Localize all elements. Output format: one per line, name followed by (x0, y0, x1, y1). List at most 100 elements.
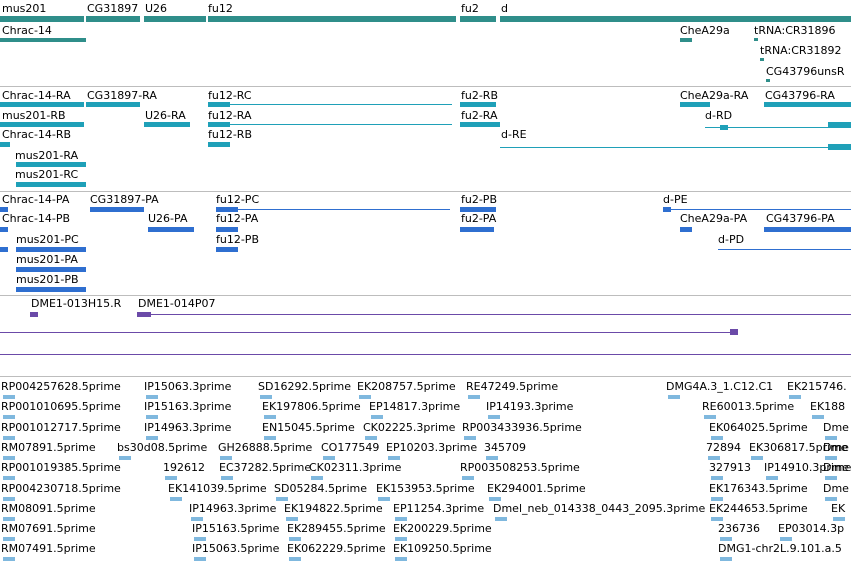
intron-line[interactable] (663, 209, 851, 210)
transcript-feature[interactable] (16, 267, 86, 272)
transcript-feature[interactable] (216, 227, 238, 232)
gene-feature[interactable] (760, 58, 764, 61)
est-label[interactable]: SD16292.5prime (258, 380, 351, 393)
est-label[interactable]: Dmel_neb_014338_0443_2095.3prime (493, 502, 705, 515)
gene-feature[interactable] (460, 16, 496, 22)
est-feature[interactable] (194, 537, 206, 542)
transcript-feature[interactable] (90, 207, 144, 212)
est-feature[interactable] (289, 537, 301, 542)
transcript-feature[interactable] (16, 182, 86, 187)
transcript-feature[interactable] (148, 227, 194, 232)
transcript-feature[interactable] (680, 102, 710, 107)
clone-line[interactable] (151, 314, 851, 315)
est-feature[interactable] (3, 435, 15, 440)
est-feature[interactable] (264, 415, 276, 420)
transcript-label[interactable]: mus201-RB (2, 109, 66, 122)
transcript-feature[interactable] (16, 247, 86, 252)
est-label[interactable]: EP03014.3p (778, 522, 844, 535)
transcript-label[interactable]: CheA29a-RA (680, 89, 748, 102)
est-feature[interactable] (668, 395, 680, 399)
est-label[interactable]: 192612 (163, 461, 205, 474)
transcript-label[interactable]: U26-PA (148, 212, 187, 225)
est-feature[interactable] (825, 496, 837, 501)
intron-line[interactable] (500, 147, 851, 148)
est-label[interactable]: RP003433936.5prime (462, 421, 582, 434)
est-label[interactable]: EK153953.5prime (376, 482, 475, 495)
transcript-label[interactable]: mus201-RA (15, 149, 78, 162)
est-feature[interactable] (170, 496, 182, 501)
est-label[interactable]: EK141039.5prime (168, 482, 267, 495)
est-label[interactable]: RP001010695.5prime (1, 400, 121, 413)
est-label[interactable]: 72894 (706, 441, 741, 454)
est-feature[interactable] (359, 395, 371, 399)
intron-line[interactable] (230, 104, 452, 105)
est-feature[interactable] (711, 496, 723, 501)
est-feature[interactable] (489, 496, 501, 501)
gene-feature[interactable] (144, 16, 206, 22)
est-feature[interactable] (371, 415, 383, 420)
transcript-feature[interactable] (216, 207, 238, 212)
est-label[interactable]: Dme (823, 461, 849, 474)
est-feature[interactable] (833, 516, 845, 521)
est-feature[interactable] (119, 455, 131, 460)
transcript-feature[interactable] (144, 122, 190, 127)
transcript-label[interactable]: fu2-PB (461, 193, 497, 206)
gene-feature[interactable] (500, 16, 851, 22)
est-feature[interactable] (264, 435, 276, 440)
est-feature[interactable] (395, 537, 407, 542)
est-feature[interactable] (146, 415, 158, 420)
clone-label[interactable]: DME1-014P07 (138, 297, 216, 310)
est-feature[interactable] (720, 557, 732, 562)
transcript-feature[interactable] (460, 207, 496, 212)
est-feature[interactable] (789, 395, 801, 399)
transcript-label[interactable]: fu12-RB (208, 128, 252, 141)
est-label[interactable]: CO177549 (321, 441, 379, 454)
est-feature[interactable] (365, 435, 377, 440)
est-label[interactable]: IP14193.3prime (486, 400, 573, 413)
est-label[interactable]: EK062229.5prime (287, 542, 386, 555)
transcript-label[interactable]: U26-RA (145, 109, 186, 122)
transcript-feature[interactable] (208, 122, 230, 127)
gene-label[interactable]: fu2 (461, 2, 479, 15)
est-label[interactable]: EK176343.5prime (709, 482, 808, 495)
est-label[interactable]: EK (831, 502, 845, 515)
transcript-label[interactable]: d-PE (663, 193, 688, 206)
gene-label[interactable]: CG43796unsR (766, 65, 845, 78)
clone-line[interactable] (0, 332, 734, 333)
transcript-feature[interactable] (0, 227, 8, 232)
est-feature[interactable] (766, 476, 778, 481)
est-label[interactable]: EP11254.3prime (393, 502, 484, 515)
est-label[interactable]: 236736 (718, 522, 760, 535)
est-feature[interactable] (395, 557, 407, 562)
est-label[interactable]: IP15163.3prime (144, 400, 231, 413)
gene-label[interactable]: CheA29a (680, 24, 730, 37)
est-label[interactable]: SD05284.5prime (274, 482, 367, 495)
est-feature[interactable] (286, 516, 298, 521)
transcript-label[interactable]: d-RD (705, 109, 732, 122)
gene-label[interactable]: d (501, 2, 508, 15)
transcript-feature[interactable] (764, 102, 851, 107)
est-label[interactable]: EP14817.3prime (369, 400, 460, 413)
est-label[interactable]: CK02311.3prime (309, 461, 401, 474)
est-label[interactable]: EK194822.5prime (284, 502, 383, 515)
transcript-feature[interactable] (208, 102, 230, 107)
est-feature[interactable] (388, 455, 400, 460)
est-feature[interactable] (194, 557, 206, 562)
est-label[interactable]: RM07691.5prime (1, 522, 96, 535)
intron-line[interactable] (705, 127, 851, 128)
est-feature[interactable] (323, 455, 335, 460)
gene-label[interactable]: U26 (145, 2, 167, 15)
gene-feature[interactable] (0, 16, 84, 22)
intron-line[interactable] (230, 124, 452, 125)
transcript-label[interactable]: Chrac-14-RB (2, 128, 71, 141)
transcript-label[interactable]: fu2-RB (461, 89, 498, 102)
est-label[interactable]: IP15063.3prime (144, 380, 231, 393)
est-feature[interactable] (711, 435, 723, 440)
est-feature[interactable] (825, 476, 837, 481)
est-feature[interactable] (311, 476, 323, 481)
est-label[interactable]: IP14963.3prime (144, 421, 231, 434)
transcript-feature[interactable] (86, 102, 140, 107)
transcript-label[interactable]: fu12-RA (208, 109, 252, 122)
transcript-feature[interactable] (216, 247, 238, 252)
est-label[interactable]: IP14963.3prime (189, 502, 276, 515)
